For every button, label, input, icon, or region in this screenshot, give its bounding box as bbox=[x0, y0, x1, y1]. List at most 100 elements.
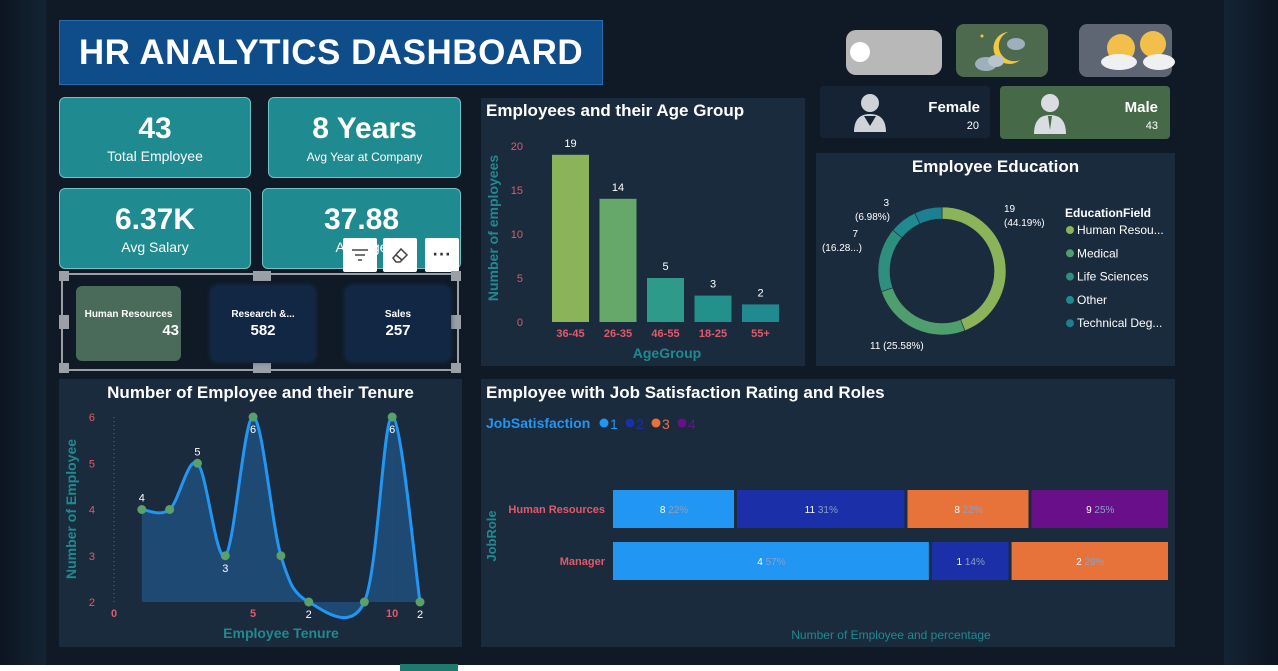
legend-title: EducationField bbox=[1065, 206, 1151, 220]
x-tick-label: 18-25 bbox=[699, 328, 727, 340]
legend-marker bbox=[599, 418, 609, 428]
data-label: 6 bbox=[389, 424, 395, 436]
gender-count: 20 bbox=[966, 120, 979, 132]
legend-marker bbox=[1066, 272, 1074, 281]
resize-handle[interactable] bbox=[253, 363, 271, 373]
data-point bbox=[387, 412, 397, 422]
resize-handle[interactable] bbox=[451, 315, 461, 329]
page-bottom-strip bbox=[0, 665, 1278, 671]
night-mode-button[interactable] bbox=[956, 24, 1048, 77]
bar bbox=[599, 198, 637, 322]
data-point bbox=[220, 551, 230, 561]
x-tick-label: 5 bbox=[250, 608, 256, 620]
gender-card-female[interactable]: Female 20 bbox=[820, 86, 990, 138]
legend-marker bbox=[651, 418, 661, 428]
theme-toggle[interactable] bbox=[846, 30, 942, 75]
sun-cloud-icon bbox=[1101, 31, 1175, 70]
data-point bbox=[359, 597, 369, 607]
data-label: 2 bbox=[306, 609, 312, 621]
donut-slice bbox=[877, 229, 903, 293]
legend-label: 3 bbox=[662, 416, 670, 432]
dept-name: Research &... bbox=[231, 309, 295, 320]
bar bbox=[647, 278, 684, 322]
segment-label: 1 14% bbox=[957, 557, 985, 568]
x-axis-label: AgeGroup bbox=[633, 345, 701, 361]
kpi-total-employee[interactable]: 43 Total Employee bbox=[59, 97, 251, 178]
dashboard-title-box: HR ANALYTICS DASHBOARD bbox=[59, 20, 603, 85]
slice-label: 11 (25.58%) bbox=[870, 341, 924, 352]
data-point bbox=[304, 597, 314, 607]
resize-handle[interactable] bbox=[59, 363, 69, 373]
gender-count: 43 bbox=[1145, 120, 1158, 132]
resize-handle[interactable] bbox=[59, 315, 69, 329]
legend-label: Other bbox=[1077, 293, 1107, 307]
age-group-chart[interactable]: Employees and their Age Group 0 5 10 15 20 19… bbox=[481, 98, 805, 366]
resize-handle[interactable] bbox=[59, 271, 69, 281]
legend-marker bbox=[1066, 226, 1074, 234]
page-tab[interactable] bbox=[400, 664, 458, 671]
moon-cloud-icon bbox=[975, 32, 1025, 71]
resize-handle[interactable] bbox=[451, 363, 461, 373]
kpi-label: Avg Year at Company bbox=[306, 150, 423, 164]
y-axis-label: Number of Employee bbox=[63, 439, 79, 579]
x-axis-label: Employee Tenure bbox=[223, 625, 339, 641]
donut-slice bbox=[881, 287, 966, 336]
filter-button[interactable] bbox=[343, 238, 377, 272]
left-margin bbox=[0, 0, 46, 671]
slice-label: (16.28...) bbox=[822, 243, 862, 254]
toggle-knob[interactable] bbox=[850, 42, 870, 62]
data-label: 3 bbox=[710, 279, 716, 291]
y-axis-label: JobRole bbox=[484, 510, 499, 561]
dept-card-sales[interactable]: Sales 257 bbox=[346, 286, 450, 361]
resize-handle[interactable] bbox=[451, 271, 461, 281]
x-tick-label: 10 bbox=[386, 608, 398, 620]
education-chart[interactable]: Employee Education 19 (44.19%) 11 (25.58%)… bbox=[816, 153, 1175, 366]
y-tick-label: 6 bbox=[89, 412, 95, 424]
kpi-avg-salary[interactable]: 6.37K Avg Salary bbox=[59, 188, 251, 269]
bar bbox=[742, 304, 779, 322]
clear-selection-button[interactable] bbox=[383, 238, 417, 272]
data-label: 14 bbox=[612, 182, 624, 194]
dept-card-research[interactable]: Research &... 582 bbox=[211, 286, 315, 361]
legend-label: Life Sciences bbox=[1077, 270, 1148, 284]
department-slicer[interactable]: Human Resources 43 Research &... 582 Sal… bbox=[59, 271, 461, 373]
resize-handle[interactable] bbox=[253, 271, 271, 281]
slice-label: 19 bbox=[1004, 204, 1016, 215]
job-satisfaction-chart[interactable]: Employee with Job Satisfaction Rating an… bbox=[481, 379, 1175, 647]
kpi-label: Avg Salary bbox=[121, 239, 189, 255]
legend-marker bbox=[1066, 295, 1074, 304]
more-options-button[interactable]: ··· bbox=[425, 238, 459, 272]
y-axis-label: Number of employees bbox=[485, 155, 501, 301]
segment-pct: 22% bbox=[668, 505, 688, 516]
kpi-avg-year[interactable]: 8 Years Avg Year at Company bbox=[268, 97, 461, 178]
segment-pct: 25% bbox=[1094, 505, 1114, 516]
legend-label: 4 bbox=[688, 416, 696, 432]
kpi-label: Total Employee bbox=[107, 148, 203, 164]
donut-slice bbox=[914, 206, 943, 225]
filter-icon bbox=[352, 249, 368, 261]
data-label: 5 bbox=[194, 446, 200, 458]
category-label: Human Resources bbox=[508, 504, 605, 516]
donut-slice bbox=[941, 206, 1007, 332]
legend-marker bbox=[677, 418, 687, 428]
data-point bbox=[415, 597, 425, 607]
legend-label: Technical Deg... bbox=[1077, 316, 1162, 330]
gender-card-male[interactable]: Male 43 bbox=[1000, 86, 1170, 139]
dept-value: 43 bbox=[162, 322, 179, 339]
data-point bbox=[276, 551, 286, 561]
day-mode-button[interactable] bbox=[1079, 24, 1175, 77]
segment-label: 4 57% bbox=[757, 557, 785, 568]
slice-label: 3 bbox=[883, 198, 889, 209]
dept-card-human-resources[interactable]: Human Resources 43 bbox=[76, 286, 181, 361]
data-label: 4 bbox=[139, 493, 145, 505]
x-tick-label: 0 bbox=[111, 608, 117, 620]
segment-pct: 22% bbox=[963, 505, 983, 516]
x-tick-label: 36-45 bbox=[556, 328, 584, 340]
dept-name: Sales bbox=[384, 309, 412, 320]
dashboard-canvas: HR ANALYTICS DASHBOARD 43 Total Employee… bbox=[0, 0, 1278, 671]
tenure-chart[interactable]: Number of Employee and their Tenure 0 5 10… bbox=[59, 379, 462, 647]
legend-label: Medical bbox=[1077, 246, 1118, 260]
gender-label: Male bbox=[1124, 99, 1158, 116]
x-axis-label: Number of Employee and percentage bbox=[791, 628, 991, 642]
y-tick-label: 5 bbox=[517, 273, 523, 285]
